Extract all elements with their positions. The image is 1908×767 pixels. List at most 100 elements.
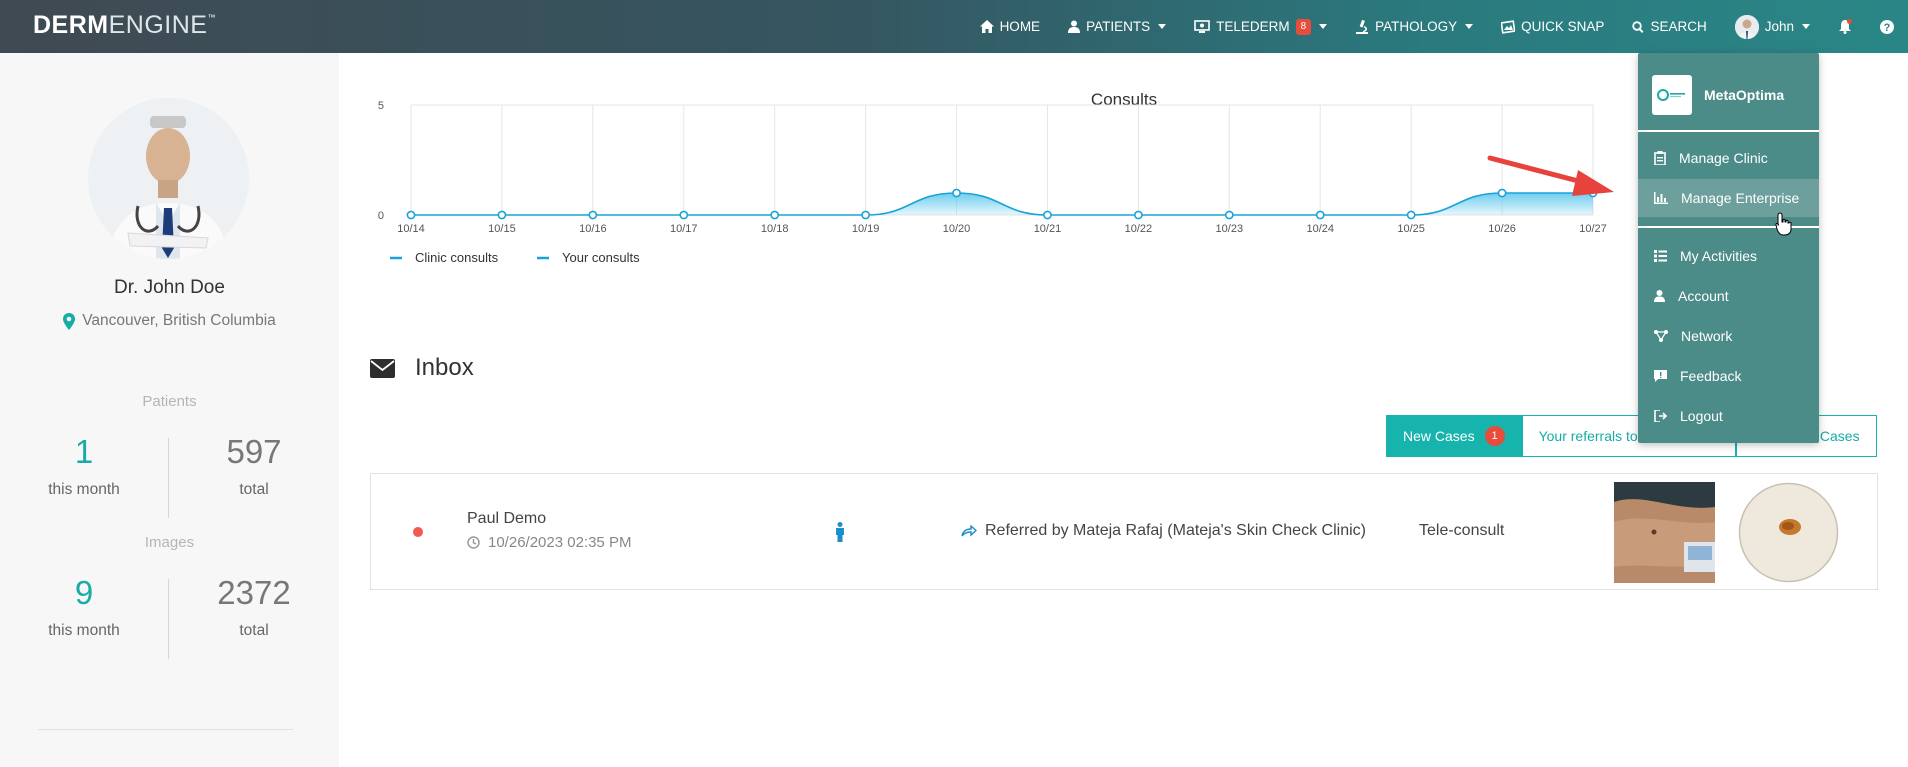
data-point [679,210,689,220]
menu-manage-clinic[interactable]: Manage Clinic [1638,143,1819,173]
chevron-down-icon [1802,24,1810,29]
legend-label: Your consults [562,250,640,265]
user-icon [1654,290,1665,302]
avatar [1734,14,1759,39]
y-tick-label: 0 [378,210,384,222]
nav-search[interactable]: SEARCH [1632,19,1707,34]
logout-icon [1654,410,1667,422]
menu-my-activities[interactable]: My Activities [1638,241,1819,271]
data-point [1133,210,1143,220]
help-button[interactable]: ? [1880,19,1894,34]
search-icon [1632,20,1644,33]
divider [168,438,169,518]
chevron-down-icon [1319,24,1328,29]
org-header: MetaOptima [1652,75,1784,115]
new-cases-badge: 1 [1484,426,1505,446]
data-point [861,210,871,220]
telederm-icon [1194,20,1210,33]
nav-home[interactable]: HOME [979,19,1040,34]
case-image-clinical[interactable] [1614,482,1715,583]
clock-icon [467,536,480,549]
y-tick-label: 5 [378,100,384,112]
x-tick-label: 10/22 [1125,223,1153,235]
doctor-avatar [88,98,249,259]
x-tick-label: 10/23 [1216,223,1244,235]
divider [38,729,293,730]
images-total-stat: 2372 total [217,574,291,639]
telederm-badge: 8 [1295,18,1312,35]
bell-icon [1839,19,1852,34]
menu-logout[interactable]: Logout [1638,401,1819,431]
x-tick-label: 10/15 [488,223,516,235]
case-datetime: 10/26/2023 02:35 PM [467,534,631,551]
divider [1638,130,1819,132]
chevron-down-icon [1465,24,1474,29]
person-icon [835,522,845,547]
chart-title: Consults [1091,90,1157,109]
user-dropdown-menu: MetaOptima Manage Clinic Manage Enterpri… [1638,53,1819,443]
divider [168,579,169,659]
menu-feedback[interactable]: Feedback [1638,361,1819,391]
nav-pathology[interactable]: PATHOLOGY [1355,19,1474,34]
clipboard-icon [1654,151,1666,165]
network-icon [1654,330,1668,342]
data-point [1224,210,1234,220]
home-icon [979,20,994,33]
unread-indicator [413,527,423,537]
case-image-dermoscopy[interactable] [1738,482,1839,583]
data-point [497,210,507,220]
svg-text:?: ? [1884,22,1891,34]
org-logo [1652,75,1692,115]
profile-sidebar: Dr. John Doe Vancouver, British Columbia… [0,53,339,767]
x-tick-label: 10/19 [852,223,880,235]
nav-user-menu[interactable]: John [1734,14,1810,39]
case-row[interactable]: Paul Demo 10/26/2023 02:35 PM Referred b… [370,473,1878,590]
x-tick-label: 10/16 [579,223,607,235]
red-arrow-annotation [1486,150,1616,205]
top-navbar: DERMENGINE™ HOME PATIENTS TELEDERM 8 PAT… [0,0,1908,53]
bar-chart-icon [1654,192,1668,204]
x-tick-label: 10/18 [761,223,789,235]
x-tick-label: 10/27 [1579,223,1607,235]
images-title: Images [144,534,195,551]
patients-title: Patients [142,393,197,410]
legend-label: Clinic consults [415,250,499,265]
nav-patients[interactable]: PATIENTS [1068,19,1167,34]
x-tick-label: 10/24 [1306,223,1334,235]
images-month-stat: 9 this month [48,574,120,639]
data-point [588,210,598,220]
consult-type: Tele-consult [1419,522,1505,539]
patient-name[interactable]: Paul Demo [467,510,546,528]
microscope-icon [1356,19,1369,34]
x-tick-label: 10/20 [943,223,971,235]
data-point [1406,210,1416,220]
x-tick-label: 10/25 [1397,223,1425,235]
data-point [770,210,780,220]
nav-telederm[interactable]: TELEDERM 8 [1194,18,1328,35]
doctor-name: Dr. John Doe [114,277,225,298]
menu-account[interactable]: Account [1638,281,1819,311]
hand-cursor-icon [1775,212,1793,241]
x-tick-label: 10/17 [670,223,698,235]
map-pin-icon [63,312,76,330]
patients-month-stat: 1 this month [48,433,120,498]
menu-network[interactable]: Network [1638,321,1819,351]
question-icon: ? [1880,19,1894,34]
doctor-location: Vancouver, British Columbia [0,312,339,330]
share-arrow-icon [961,525,977,537]
x-tick-label: 10/26 [1488,223,1516,235]
patients-icon [1068,20,1081,33]
patients-total-stat: 597 total [226,433,282,498]
chevron-down-icon [1158,24,1167,29]
data-point [1315,210,1325,220]
x-tick-label: 10/14 [397,223,425,235]
tab-new-cases[interactable]: New Cases 1 [1386,415,1522,457]
snap-icon [1501,19,1516,34]
envelope-icon [370,358,395,378]
notifications-button[interactable] [1838,19,1852,34]
x-tick-label: 10/21 [1034,223,1062,235]
nav-quick-snap[interactable]: QUICK SNAP [1501,19,1604,34]
inbox-heading: Inbox [370,354,474,382]
data-point [1043,210,1052,220]
brand-logo[interactable]: DERMENGINE™ [33,11,216,40]
